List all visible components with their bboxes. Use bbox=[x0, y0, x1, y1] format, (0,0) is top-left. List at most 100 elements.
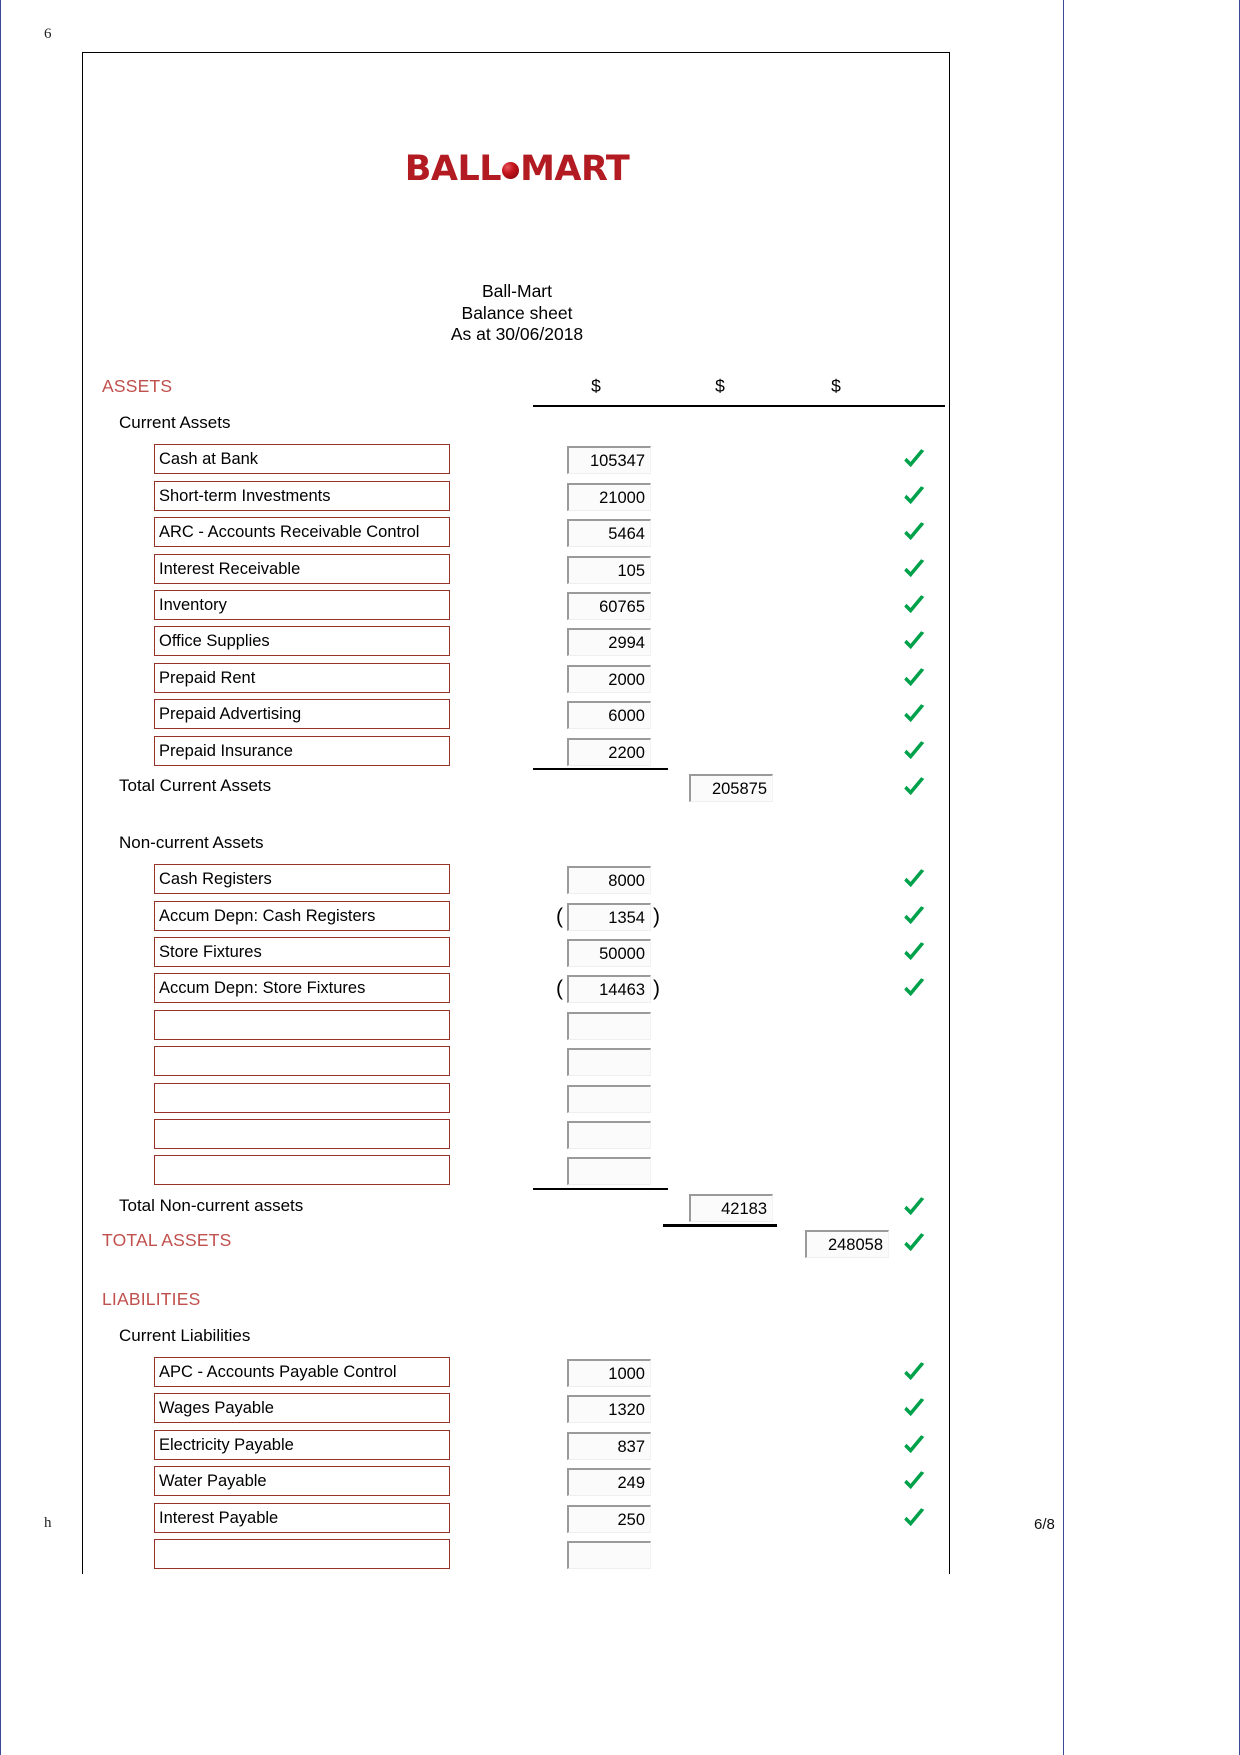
total-assets-rule bbox=[663, 1224, 777, 1227]
line-item-name-input[interactable]: APC - Accounts Payable Control bbox=[154, 1356, 450, 1387]
top-edge-mark: 6 bbox=[44, 26, 52, 42]
check-icon bbox=[901, 773, 927, 801]
line-item-name-input[interactable] bbox=[154, 1009, 450, 1040]
line-item-value-input[interactable]: 6000 bbox=[567, 701, 651, 730]
line-item-row: Wages Payable 1320 bbox=[83, 1392, 949, 1428]
line-item-value-input[interactable]: 14463 bbox=[567, 975, 651, 1004]
line-item-value-input[interactable]: 60765 bbox=[567, 591, 651, 620]
line-item-value-input[interactable]: 1000 bbox=[567, 1358, 651, 1387]
line-item-name-input[interactable]: Electricity Payable bbox=[154, 1429, 450, 1460]
line-item-name-input[interactable] bbox=[154, 1046, 450, 1077]
line-item-name-input[interactable]: Interest Payable bbox=[154, 1502, 450, 1533]
line-item-row: Short-term Investments 21000 bbox=[83, 480, 949, 516]
total-current-assets-row: Total Current Assets 205875 bbox=[83, 767, 949, 807]
logo-dot-icon bbox=[502, 162, 520, 179]
line-item-row bbox=[83, 1118, 949, 1154]
line-item-value-input[interactable]: 50000 bbox=[567, 939, 651, 968]
report-statement: Balance sheet bbox=[461, 302, 573, 323]
line-item-row: Interest Receivable 105 bbox=[83, 553, 949, 589]
check-icon bbox=[901, 938, 927, 966]
line-item-value-input[interactable] bbox=[567, 1121, 651, 1150]
line-item-name-input[interactable]: Accum Depn: Cash Registers bbox=[154, 900, 450, 931]
report-heading: Ball-Mart Balance sheet As at 30/06/2018 bbox=[83, 281, 949, 346]
check-icon bbox=[901, 1504, 927, 1532]
line-item-row bbox=[83, 1538, 949, 1574]
line-item-value-input[interactable] bbox=[567, 1048, 651, 1077]
close-paren: ) bbox=[653, 977, 660, 1001]
line-item-row: Water Payable 249 bbox=[83, 1465, 949, 1501]
total-assets-row: TOTAL ASSETS 248058 bbox=[83, 1224, 949, 1263]
ball-mart-logo: BALL MART bbox=[83, 149, 949, 189]
total-current-assets-label: Total Current Assets bbox=[119, 775, 272, 795]
line-item-row bbox=[83, 1045, 949, 1081]
current-liabilities-heading: Current Liabilities bbox=[119, 1325, 251, 1345]
balance-sheet-page: BALL MART Ball-Mart Balance sheet As at 3… bbox=[82, 52, 950, 1574]
viewer-left-border bbox=[0, 0, 1, 1755]
line-item-value-input[interactable]: 21000 bbox=[567, 482, 651, 511]
total-noncurrent-assets-value[interactable]: 42183 bbox=[689, 1193, 773, 1222]
line-item-row: ARC - Accounts Receivable Control 5464 bbox=[83, 516, 949, 552]
check-icon bbox=[901, 445, 927, 473]
check-icon bbox=[901, 974, 927, 1002]
line-item-value-input[interactable]: 2200 bbox=[567, 737, 651, 766]
line-item-name-input[interactable]: Water Payable bbox=[154, 1466, 450, 1497]
line-item-value-input[interactable] bbox=[567, 1084, 651, 1113]
line-item-row: Cash at Bank 105347 bbox=[83, 443, 949, 479]
liabilities-heading: LIABILITIES bbox=[102, 1288, 201, 1309]
total-assets-value[interactable]: 248058 bbox=[805, 1230, 889, 1259]
check-icon bbox=[901, 1394, 927, 1422]
current-assets-heading-row: Current Assets bbox=[83, 409, 949, 443]
line-item-name-input[interactable]: Wages Payable bbox=[154, 1393, 450, 1424]
line-item-name-input[interactable]: ARC - Accounts Receivable Control bbox=[154, 517, 450, 548]
check-icon bbox=[901, 1193, 927, 1221]
line-item-value-input[interactable] bbox=[567, 1540, 651, 1569]
check-icon bbox=[901, 737, 927, 765]
line-item-name-input[interactable]: Office Supplies bbox=[154, 626, 450, 657]
line-item-value-input[interactable]: 837 bbox=[567, 1431, 651, 1460]
line-item-value-input[interactable]: 1354 bbox=[567, 902, 651, 931]
line-item-row: Inventory 60765 bbox=[83, 589, 949, 625]
line-item-name-input[interactable]: Accum Depn: Store Fixtures bbox=[154, 973, 450, 1004]
line-item-value-input[interactable]: 250 bbox=[567, 1504, 651, 1533]
line-item-value-input[interactable] bbox=[567, 1011, 651, 1040]
total-noncurrent-assets-label: Total Non-current assets bbox=[119, 1195, 304, 1215]
line-item-value-input[interactable]: 1320 bbox=[567, 1395, 651, 1424]
noncurrent-assets-subtotal-rule bbox=[533, 1187, 668, 1191]
total-current-assets-value[interactable]: 205875 bbox=[689, 773, 773, 802]
close-paren: ) bbox=[653, 904, 660, 928]
line-item-name-input[interactable]: Interest Receivable bbox=[154, 553, 450, 584]
line-item-name-input[interactable]: Cash Registers bbox=[154, 864, 450, 895]
check-icon bbox=[901, 1467, 927, 1495]
line-item-value-input[interactable] bbox=[567, 1157, 651, 1186]
line-item-value-input[interactable]: 2000 bbox=[567, 664, 651, 693]
logo-left-text: BALL bbox=[404, 149, 502, 189]
line-item-row bbox=[83, 1009, 949, 1045]
line-item-name-input[interactable]: Prepaid Rent bbox=[154, 662, 450, 693]
line-item-row: Cash Registers 8000 bbox=[83, 863, 949, 899]
page-number: 6/8 bbox=[1034, 1516, 1055, 1533]
open-paren: ( bbox=[556, 977, 563, 1001]
line-item-value-input[interactable]: 8000 bbox=[567, 866, 651, 895]
line-item-name-input[interactable] bbox=[154, 1119, 450, 1150]
line-item-value-input[interactable]: 2994 bbox=[567, 628, 651, 657]
line-item-value-input[interactable]: 5464 bbox=[567, 519, 651, 548]
line-item-name-input[interactable] bbox=[154, 1538, 450, 1569]
line-item-name-input[interactable]: Short-term Investments bbox=[154, 480, 450, 511]
line-item-name-input[interactable] bbox=[154, 1082, 450, 1113]
line-item-row: Office Supplies 2994 bbox=[83, 625, 949, 661]
current-assets-subtotal-rule bbox=[533, 767, 668, 771]
line-item-name-input[interactable]: Prepaid Advertising bbox=[154, 699, 450, 730]
dollar-header-1: $ bbox=[591, 376, 601, 396]
line-item-name-input[interactable]: Prepaid Insurance bbox=[154, 735, 450, 766]
line-item-name-input[interactable]: Inventory bbox=[154, 589, 450, 620]
line-item-value-input[interactable]: 105347 bbox=[567, 446, 651, 475]
logo-text: BALL MART bbox=[405, 149, 630, 189]
line-item-name-input[interactable]: Cash at Bank bbox=[154, 444, 450, 475]
line-item-row: Prepaid Insurance 2200 bbox=[83, 735, 949, 771]
line-item-name-input[interactable]: Store Fixtures bbox=[154, 937, 450, 968]
check-icon bbox=[901, 1431, 927, 1459]
line-item-name-input[interactable] bbox=[154, 1155, 450, 1186]
line-item-value-input[interactable]: 249 bbox=[567, 1468, 651, 1497]
line-item-value-input[interactable]: 105 bbox=[567, 555, 651, 584]
